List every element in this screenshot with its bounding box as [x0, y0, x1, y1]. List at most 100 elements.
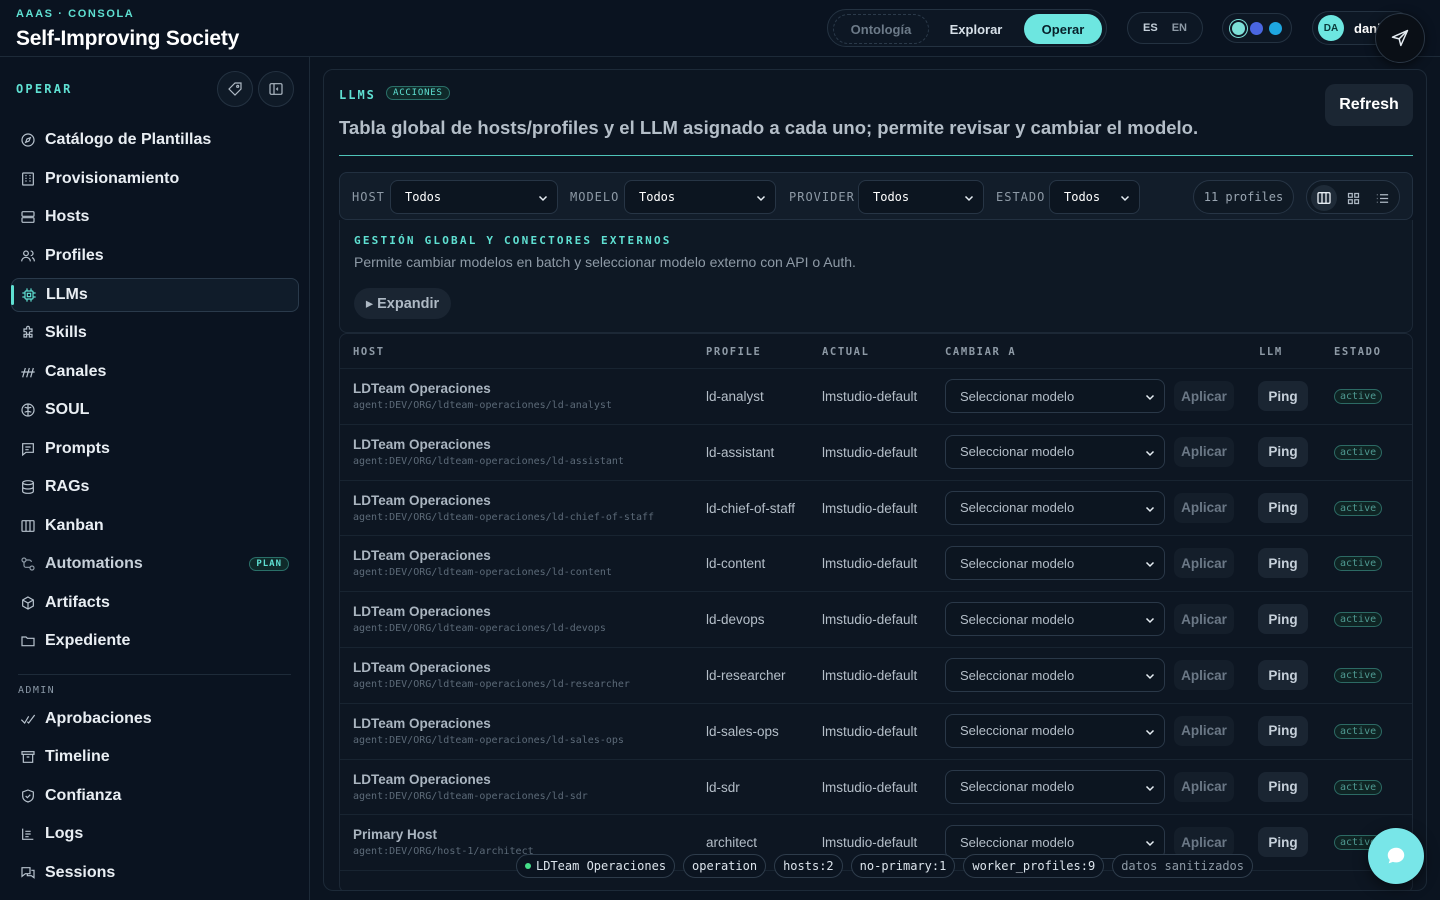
theme-teal-dot[interactable] — [1231, 21, 1245, 35]
sidebar-section-title: OPERAR — [16, 82, 73, 96]
sidebar-item-expediente[interactable]: Expediente — [11, 624, 299, 658]
sidebar-item-label: Prompts — [45, 440, 110, 457]
columns-icon — [21, 520, 35, 532]
row-host: LDTeam Operaciones — [353, 436, 491, 452]
row-profile: ld-sdr — [706, 779, 740, 795]
tag-tool-button[interactable] — [217, 71, 253, 107]
refresh-button[interactable]: Refresh — [1325, 84, 1413, 126]
filter-model-label: MODELO — [570, 190, 620, 204]
chevron-down-icon — [1145, 785, 1155, 791]
row-host: LDTeam Operaciones — [353, 715, 491, 731]
sidebar-item-logs[interactable]: Logs — [11, 817, 299, 851]
sidebar-item-aprobaciones[interactable]: Aprobaciones — [11, 702, 299, 736]
model-select[interactable]: Seleccionar modelo — [945, 490, 1165, 525]
mode-operar-button[interactable]: Operar — [1024, 14, 1102, 44]
row-profile: architect — [706, 835, 758, 851]
sidebar-item-label: Expediente — [45, 632, 131, 649]
cpu-icon — [22, 288, 36, 302]
apply-button[interactable]: Aplicar — [1174, 827, 1234, 858]
sidebar-item-artifacts[interactable]: Artifacts — [11, 586, 299, 620]
lang-en-button[interactable]: EN — [1172, 22, 1187, 34]
sidebar-item-rags[interactable]: RAGs — [11, 470, 299, 504]
model-select[interactable]: Seleccionar modelo — [945, 546, 1165, 581]
sidebar-item-canales[interactable]: Canales — [11, 355, 299, 389]
ping-button[interactable]: Ping — [1258, 827, 1308, 858]
apply-button[interactable]: Aplicar — [1174, 548, 1234, 579]
ping-button[interactable]: Ping — [1258, 492, 1308, 523]
mode-explorar-button[interactable]: Explorar — [934, 14, 1018, 44]
mode-chip: operation — [683, 854, 767, 878]
accent-divider — [339, 155, 1413, 156]
model-select-placeholder: Seleccionar modelo — [960, 555, 1075, 571]
collapse-sidebar-button[interactable] — [258, 71, 294, 107]
apply-button[interactable]: Aplicar — [1174, 492, 1234, 523]
apply-button[interactable]: Aplicar — [1174, 715, 1234, 746]
sidebar-item-confianza[interactable]: Confianza — [11, 779, 299, 813]
sidebar-item-skills[interactable]: Skills — [11, 316, 299, 350]
sidebar-item-kanban[interactable]: Kanban — [11, 509, 299, 543]
row-host: LDTeam Operaciones — [353, 604, 491, 620]
sidebar-item-catalogo[interactable]: Catálogo de Plantillas — [11, 123, 299, 157]
sidebar-item-timeline[interactable]: Timeline — [11, 740, 299, 774]
sidebar-item-label: Logs — [45, 825, 84, 842]
chat-bubble-icon — [1387, 847, 1405, 864]
model-select-placeholder: Seleccionar modelo — [960, 723, 1075, 739]
ping-button[interactable]: Ping — [1258, 381, 1308, 411]
model-select[interactable]: Seleccionar modelo — [945, 769, 1165, 804]
model-select[interactable]: Seleccionar modelo — [945, 379, 1165, 413]
model-select[interactable]: Seleccionar modelo — [945, 713, 1165, 748]
no-primary-chip: no-primary:1 — [850, 854, 956, 878]
ping-button[interactable]: Ping — [1258, 436, 1308, 467]
model-select[interactable]: Seleccionar modelo — [945, 658, 1165, 692]
sidebar-item-profiles[interactable]: Profiles — [11, 239, 299, 273]
model-select[interactable]: Seleccionar modelo — [945, 602, 1165, 637]
table-row: LDTeam Operaciones agent:DEV/ORG/ldteam-o… — [340, 423, 1412, 480]
filter-host-select[interactable]: Todos — [390, 180, 558, 214]
sidebar-item-soul[interactable]: SOUL — [11, 393, 299, 427]
hosts-chip: hosts:2 — [774, 854, 843, 878]
plan-badge: PLAN — [249, 557, 289, 571]
model-select[interactable]: Seleccionar modelo — [945, 434, 1165, 469]
sidebar-item-provisionamiento[interactable]: Provisionamiento — [11, 162, 299, 196]
logs-icon — [22, 828, 34, 840]
apply-button[interactable]: Aplicar — [1174, 660, 1234, 690]
row-host: LDTeam Operaciones — [353, 660, 491, 675]
expand-button[interactable]: ▸ Expandir — [354, 288, 451, 319]
sidebar-item-hosts[interactable]: Hosts — [11, 200, 299, 234]
sidebar-item-sessions[interactable]: Sessions — [11, 856, 299, 890]
sidebar-item-prompts[interactable]: Prompts — [11, 432, 299, 466]
ping-button[interactable]: Ping — [1258, 548, 1308, 579]
theme-sky-dot[interactable] — [1269, 21, 1283, 35]
row-actual-model: lmstudio-default — [822, 668, 918, 683]
chat-button[interactable] — [1368, 828, 1424, 884]
view-toggle — [1306, 180, 1400, 214]
shield-icon — [22, 789, 34, 803]
apply-button[interactable]: Aplicar — [1174, 436, 1234, 467]
apply-button[interactable]: Aplicar — [1174, 604, 1234, 635]
sidebar-item-automations[interactable]: Automations PLAN — [11, 547, 299, 581]
actions-badge: ACCIONES — [386, 86, 450, 100]
apply-button[interactable]: Aplicar — [1174, 771, 1234, 802]
row-actual-model: lmstudio-default — [822, 444, 918, 460]
ping-button[interactable]: Ping — [1258, 771, 1308, 802]
brand-kicker: AAAS · CONSOLA — [16, 8, 135, 20]
mode-ontologia-button[interactable]: Ontología — [833, 14, 929, 44]
status-badge: active — [1334, 500, 1383, 516]
filter-model-select[interactable]: Todos — [624, 180, 776, 214]
lang-es-button[interactable]: ES — [1143, 22, 1158, 34]
columns-view-button[interactable] — [1311, 185, 1337, 211]
row-actual-model: lmstudio-default — [822, 835, 918, 851]
sidebar-item-llms[interactable]: LLMs — [11, 278, 299, 312]
filter-provider-select[interactable]: Todos — [858, 180, 984, 214]
ping-button[interactable]: Ping — [1258, 660, 1308, 690]
list-view-button[interactable] — [1369, 185, 1395, 211]
ping-button[interactable]: Ping — [1258, 604, 1308, 635]
apply-button[interactable]: Aplicar — [1174, 381, 1234, 411]
ping-button[interactable]: Ping — [1258, 715, 1308, 746]
archive-icon — [21, 751, 35, 763]
filter-state-select[interactable]: Todos — [1049, 180, 1140, 214]
database-icon — [22, 480, 34, 494]
theme-blue-dot[interactable] — [1250, 21, 1264, 35]
navigation-fab[interactable] — [1375, 13, 1425, 63]
grid-view-button[interactable] — [1340, 185, 1366, 211]
